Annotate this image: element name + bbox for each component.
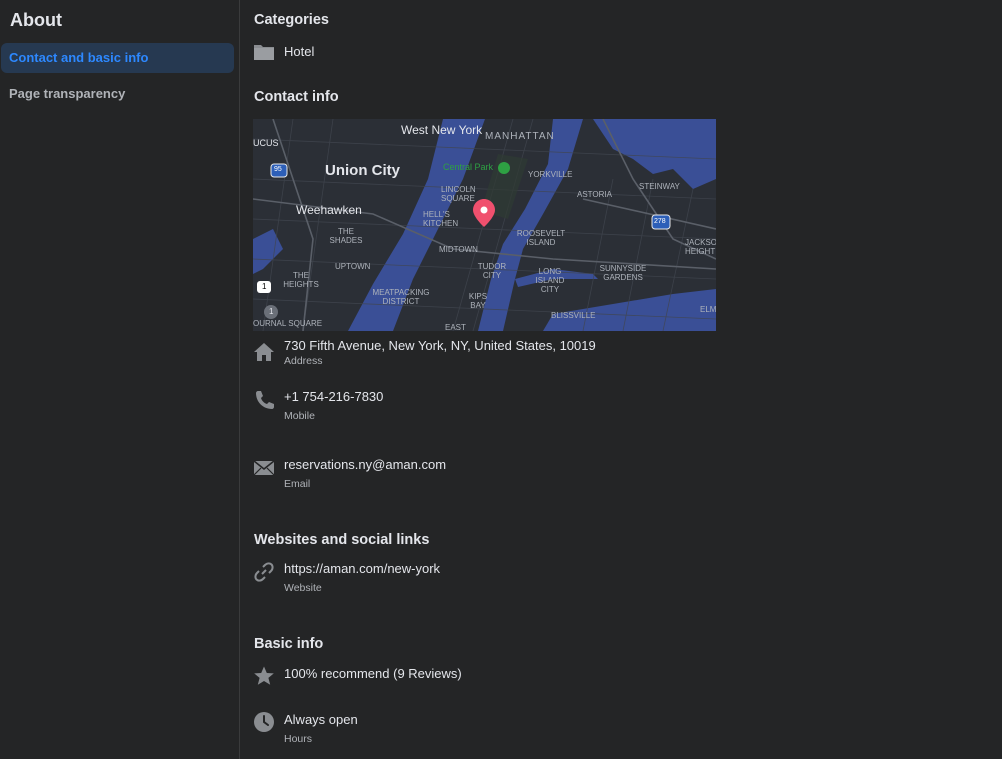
star-icon: [253, 665, 275, 687]
map-label-elm: ELM: [700, 305, 716, 314]
sidebar: About Contact and basic info Page transp…: [0, 0, 240, 759]
phone-value[interactable]: +1 754-216-7830: [284, 389, 383, 404]
map-label-meatpacking-district: MEATPACKING DISTRICT: [372, 288, 430, 306]
sidebar-item-contact-basic-info[interactable]: Contact and basic info: [1, 43, 234, 73]
map-label-kips-bay: KIPS BAY: [468, 292, 488, 310]
map-label-long-island-city: LONG ISLAND CITY: [535, 267, 565, 294]
basic-info-heading: Basic info: [254, 636, 324, 652]
phone-label: Mobile: [284, 410, 315, 422]
map-label-the-heights: THE HEIGHTS: [283, 271, 319, 289]
map-label-tudor-city: TUDOR CITY: [477, 262, 507, 280]
main-content: Categories Hotel Contact info West New Y…: [240, 0, 1002, 759]
map-label-hells-kitchen: HELL'S KITCHEN: [423, 210, 459, 228]
envelope-icon: [253, 457, 275, 479]
map-label-ucus: UCUS: [253, 138, 279, 148]
address-label: Address: [284, 355, 323, 367]
category-value[interactable]: Hotel: [284, 44, 314, 59]
clock-icon: [253, 711, 275, 733]
location-map[interactable]: West New York MANHATTAN UCUS Union City …: [253, 119, 716, 331]
sidebar-item-page-transparency[interactable]: Page transparency: [1, 79, 234, 109]
map-label-jackson-heights: JACKSO HEIGHT: [685, 238, 716, 256]
website-link[interactable]: https://aman.com/new-york: [284, 561, 440, 576]
recommend-value[interactable]: 100% recommend (9 Reviews): [284, 666, 462, 681]
hours-label: Hours: [284, 733, 313, 745]
website-label: Website: [284, 582, 322, 594]
map-label-steinway: STEINWAY: [639, 182, 680, 191]
map-label-west-new-york: West New York: [401, 123, 483, 137]
map-label-roosevelt-island: ROOSEVELT ISLAND: [516, 229, 566, 247]
map-shield-us1: 1: [262, 282, 267, 291]
home-icon: [253, 341, 275, 363]
website-url[interactable]: https://aman.com/new-york: [284, 561, 440, 576]
map-label-weehawken: Weehawken: [296, 203, 362, 217]
map-label-journal-square: OURNAL SQUARE: [253, 319, 323, 328]
hours-value: Always open: [284, 712, 358, 727]
map-label-blissville: BLISSVILLE: [551, 311, 596, 320]
map-label-lincoln-square: LINCOLN SQUARE: [441, 185, 476, 203]
map-label-manhattan: MANHATTAN: [485, 131, 555, 142]
folder-icon: [253, 42, 275, 64]
map-label-astoria: ASTORIA: [577, 190, 612, 199]
link-icon: [253, 561, 275, 583]
map-label-midtown: MIDTOWN: [439, 245, 478, 254]
phone-icon: [253, 389, 275, 411]
categories-heading: Categories: [254, 12, 329, 28]
map-label-east: EAST: [445, 323, 466, 331]
contact-info-heading: Contact info: [254, 89, 339, 105]
map-label-central-park: Central Park: [443, 162, 494, 172]
email-value[interactable]: reservations.ny@aman.com: [284, 457, 446, 472]
map-label-union-city: Union City: [325, 162, 400, 179]
map-label-the-shades: THE SHADES: [329, 227, 363, 245]
address-value[interactable]: 730 Fifth Avenue, New York, NY, United S…: [284, 338, 596, 353]
map-shield-route1: 1: [269, 307, 274, 316]
map-label-sunnyside-gardens: SUNNYSIDE GARDENS: [599, 264, 647, 282]
map-label-uptown: UPTOWN: [335, 262, 371, 271]
sidebar-title: About: [10, 10, 62, 30]
websites-heading: Websites and social links: [254, 532, 430, 548]
map-label-yorkville: YORKVILLE: [528, 170, 573, 179]
map-shield-i278: 278: [654, 218, 666, 225]
email-label: Email: [284, 478, 311, 490]
map-shield-i95: 95: [274, 166, 282, 173]
